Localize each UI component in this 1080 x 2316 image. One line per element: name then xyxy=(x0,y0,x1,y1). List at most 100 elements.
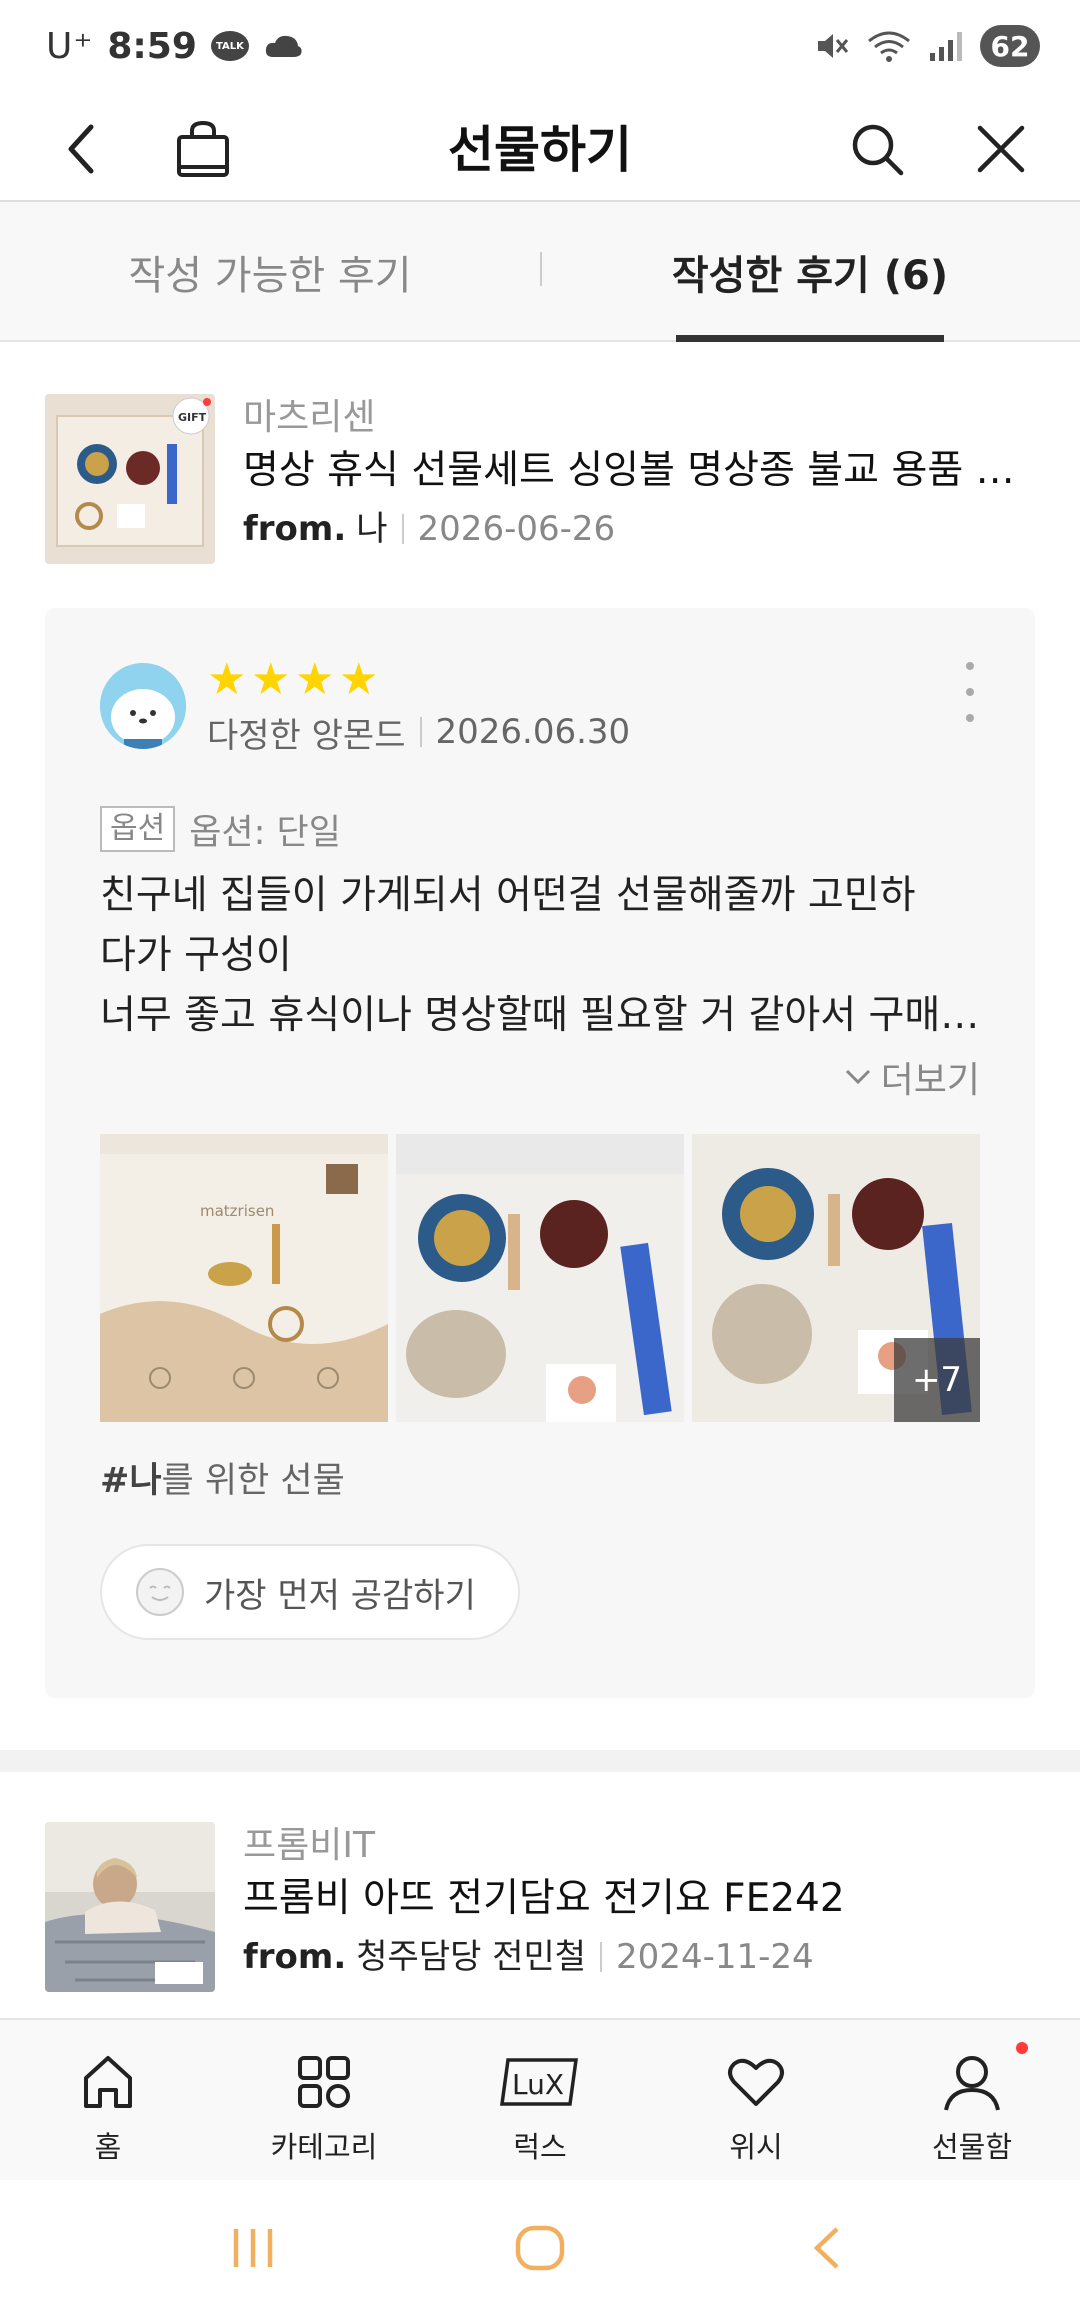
notification-dot xyxy=(1016,2042,1028,2054)
photo-image xyxy=(396,1134,684,1422)
review-line: 너무 좋고 휴식이나 명상할때 필요할 거 같아서 구매했어요 xyxy=(100,993,980,1038)
recent-apps-button[interactable] xyxy=(213,2208,293,2288)
more-dot-icon xyxy=(966,662,974,670)
home-system-button[interactable] xyxy=(500,2208,580,2288)
product-item[interactable]: 프롬비IT 프롬비 아뜨 전기담요 전기요 FE242 from. 청주담당 전… xyxy=(45,1822,1035,1992)
bottom-navigation: 홈 카테고리 LuX 럭스 위시 선물함 xyxy=(0,2018,1080,2180)
star-icon: ★ xyxy=(295,654,335,705)
review-line: 다가 구성이 xyxy=(100,933,292,978)
read-more-button[interactable]: 더보기 xyxy=(845,1052,980,1102)
tab-divider xyxy=(540,252,542,286)
shopping-bag-button[interactable] xyxy=(168,114,238,184)
person-icon xyxy=(944,2056,1000,2111)
smile-icon xyxy=(136,1568,184,1616)
shopping-bag-icon xyxy=(177,120,229,177)
back-button[interactable] xyxy=(46,114,116,184)
more-photos-count[interactable]: +7 xyxy=(894,1338,980,1422)
chevron-down-icon xyxy=(845,1069,870,1085)
nav-label: 홈 xyxy=(94,2130,122,2164)
product-image: GIFT xyxy=(45,394,215,564)
from-name: 나 xyxy=(356,509,388,549)
product-meta: from. 나 2026-06-26 xyxy=(243,500,1033,558)
product-brand: 프롬비IT xyxy=(243,1825,375,1866)
nav-wish[interactable]: 위시 xyxy=(648,2020,864,2180)
back-chevron-icon xyxy=(813,2227,839,2269)
carrier-label: U⁺ xyxy=(46,25,94,67)
review-line: 친구네 집들이 가게되서 어떤걸 선물해줄까 고민하 xyxy=(100,873,916,918)
hashtag-prefix: #나 xyxy=(100,1461,162,1501)
review-photo[interactable]: matzrisen xyxy=(100,1134,388,1422)
star-icon: ★ xyxy=(207,654,247,705)
product-item[interactable]: GIFT 마츠리센 명상 휴식 선물세트 싱잉볼 명상종 불교 용품 사찰 선물… xyxy=(45,394,1035,564)
svg-text:LuX: LuX xyxy=(512,2068,564,2101)
gift-date: 2024-11-24 xyxy=(616,1937,814,1977)
search-icon xyxy=(852,124,904,176)
home-icon xyxy=(84,2056,132,2108)
reviewer-avatar xyxy=(100,663,186,749)
tab-available-reviews[interactable]: 작성 가능한 후기 xyxy=(0,202,540,342)
more-options-button[interactable] xyxy=(955,662,985,722)
tab-written-reviews[interactable]: 작성한 후기 (6) xyxy=(540,202,1080,342)
search-button[interactable] xyxy=(842,114,912,184)
from-name: 청주담당 전민철 xyxy=(356,1937,587,1977)
page-title: 선물하기 xyxy=(448,121,632,179)
meta-divider xyxy=(600,1942,603,1972)
section-divider xyxy=(0,1750,1080,1772)
product-brand: 마츠리센 xyxy=(243,397,376,438)
nav-label: 럭스 xyxy=(513,2130,567,2164)
home-circle-icon xyxy=(515,2225,565,2271)
mute-icon xyxy=(818,34,849,58)
wifi-icon xyxy=(868,31,910,62)
cloud-notification-icon xyxy=(265,35,302,57)
grid-icon xyxy=(298,2056,350,2108)
product-image xyxy=(45,1822,215,1992)
star-icon: ★ xyxy=(339,654,379,705)
review-card: ★ ★ ★ ★ 다정한 앙몬드 2026.06.30 옵션 옵션: 단일 친구네 집들… xyxy=(45,608,1035,1698)
product-thumbnail[interactable] xyxy=(45,1822,215,1992)
product-thumbnail[interactable]: GIFT xyxy=(45,394,215,564)
signal-icon xyxy=(930,32,962,61)
gift-date: 2026-06-26 xyxy=(417,509,616,549)
review-hashtag[interactable]: #나를 위한 선물 xyxy=(100,1456,345,1506)
product-meta: from. 청주담당 전민철 2024-11-24 xyxy=(243,1928,1033,1986)
review-text[interactable]: 친구네 집들이 가게되서 어떤걸 선물해줄까 고민하 다가 구성이 너무 좋고 … xyxy=(100,866,980,1046)
review-photo[interactable] xyxy=(396,1134,684,1422)
heart-icon xyxy=(728,2058,784,2106)
recent-apps-icon xyxy=(234,2229,273,2267)
nav-label: 카테고리 xyxy=(270,2130,378,2164)
meta-divider xyxy=(401,514,404,544)
photo-image: matzrisen xyxy=(100,1134,388,1422)
product-name[interactable]: 프롬비 아뜨 전기담요 전기요 FE242 xyxy=(243,1870,1033,1928)
status-time: 8:59 xyxy=(107,25,197,67)
nav-lux[interactable]: LuX 럭스 xyxy=(432,2020,648,2180)
empathize-button[interactable]: 가장 먼저 공감하기 xyxy=(100,1544,520,1640)
meta-divider xyxy=(419,717,422,747)
from-label: from. xyxy=(243,509,347,549)
talk-notification-icon: TALK xyxy=(210,31,249,61)
back-system-button[interactable] xyxy=(787,2208,867,2288)
nav-home[interactable]: 홈 xyxy=(0,2020,216,2180)
status-bar: U⁺ 8:59 TALK 62 xyxy=(0,0,1080,92)
nav-label: 선물함 xyxy=(931,2130,1013,2164)
close-icon xyxy=(977,125,1025,173)
svg-text:GIFT: GIFT xyxy=(178,411,207,424)
lux-icon: LuX xyxy=(500,2058,579,2106)
option-text: 옵션: 단일 xyxy=(189,812,341,853)
product-name[interactable]: 명상 휴식 선물세트 싱잉볼 명상종 불교 용품 사찰 선물 xyxy=(243,442,1033,500)
active-tab-indicator xyxy=(676,335,944,342)
hashtag-suffix: 를 위한 선물 xyxy=(161,1461,345,1501)
photo-brand-text: matzrisen xyxy=(200,1202,274,1220)
from-label: from. xyxy=(243,1937,347,1977)
battery-indicator: 62 xyxy=(980,25,1040,67)
review-photo[interactable]: +7 xyxy=(692,1134,980,1422)
nav-category[interactable]: 카테고리 xyxy=(216,2020,432,2180)
nav-gift-box[interactable]: 선물함 xyxy=(864,2020,1080,2180)
reviewer-info: 다정한 앙몬드 2026.06.30 xyxy=(207,708,630,756)
more-dot-icon xyxy=(966,688,974,696)
rating-stars: ★ ★ ★ ★ xyxy=(207,654,379,705)
option-badge: 옵션 xyxy=(100,806,176,852)
empathize-label: 가장 먼저 공감하기 xyxy=(204,1575,476,1616)
review-photos: matzrisen +7 xyxy=(100,1134,980,1422)
option-row: 옵션 옵션: 단일 xyxy=(100,804,341,854)
close-button[interactable] xyxy=(966,114,1036,184)
